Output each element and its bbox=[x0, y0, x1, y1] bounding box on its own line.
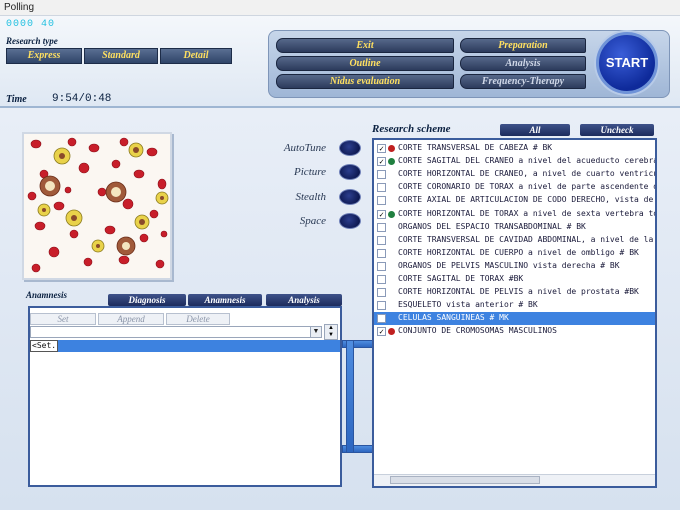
delete-button[interactable]: Delete bbox=[166, 313, 230, 325]
status-dot-icon bbox=[388, 328, 395, 336]
checkbox[interactable]: ✓ bbox=[377, 144, 386, 153]
checkbox[interactable]: ✓ bbox=[377, 157, 386, 167]
anamnesis-section-label: Anamnesis bbox=[26, 290, 68, 300]
list-item[interactable]: CORTE HORIZONTAL DE CRANEO, a nivel de c… bbox=[374, 168, 655, 181]
checkbox[interactable] bbox=[377, 261, 386, 271]
tab-diagnosis[interactable]: Diagnosis bbox=[108, 294, 186, 306]
set-button[interactable]: Set bbox=[30, 313, 96, 325]
chevron-down-icon[interactable]: ▼ bbox=[310, 327, 321, 337]
list-item-label: CORTE TRANSVERSAL DE CABEZA # BK bbox=[398, 143, 553, 152]
status-dot-icon bbox=[388, 145, 395, 152]
list-item[interactable]: ✓ CONJUNTO DE CROMOSOMAS MASCULINOS bbox=[374, 325, 655, 338]
list-item-label: CORTE HORIZONTAL DE PELVIS a nivel de pr… bbox=[398, 287, 639, 297]
list-item[interactable]: ORGANOS DE PELVIS MASCULINO vista derech… bbox=[374, 260, 655, 273]
checkbox[interactable] bbox=[377, 235, 386, 245]
autotune-toggle[interactable] bbox=[339, 140, 361, 156]
exit-button[interactable]: Exit bbox=[276, 38, 454, 53]
list-item[interactable]: CORTE CORONARIO DE TORAX a nivel de part… bbox=[374, 181, 655, 194]
checkbox[interactable] bbox=[377, 196, 386, 206]
stealth-label: Stealth bbox=[295, 191, 326, 203]
window-title: Polling bbox=[4, 2, 35, 13]
anamnesis-combo[interactable] bbox=[30, 326, 322, 338]
analysis-button[interactable]: Analysis bbox=[460, 56, 586, 71]
list-item-label: ESQUELETO vista anterior # BK bbox=[398, 300, 538, 310]
list-item[interactable]: ✓ CORTE TRANSVERSAL DE CABEZA # BK bbox=[374, 142, 655, 155]
spin-arrows-icon[interactable]: ▲ ▼ bbox=[324, 324, 338, 340]
research-scheme-label: Research scheme bbox=[372, 123, 451, 135]
frequency-therapy-button[interactable]: Frequency-Therapy bbox=[460, 74, 586, 89]
time-label: Time bbox=[6, 94, 27, 105]
picture-label: Picture bbox=[294, 166, 326, 178]
stealth-toggle[interactable] bbox=[339, 189, 361, 205]
list-item-label: CORTE AXIAL DE ARTICULACION DE CODO DERE… bbox=[398, 195, 655, 205]
checkbox[interactable] bbox=[377, 288, 386, 298]
checkbox[interactable]: ✓ bbox=[377, 209, 386, 219]
list-item-label: CELULAS SANGUINEAS # MK bbox=[398, 313, 509, 323]
blood-cells-image bbox=[22, 132, 172, 280]
tab-anamnesis[interactable]: Anamnesis bbox=[188, 294, 262, 306]
list-item[interactable]: CORTE HORIZONTAL DE CUERPO a nivel de om… bbox=[374, 247, 655, 260]
start-button[interactable]: START bbox=[596, 32, 658, 94]
session-counter: 0000 40 bbox=[6, 19, 56, 30]
list-item-label: ORGANOS DEL ESPACIO TRANSABDOMINAL # BK bbox=[398, 221, 586, 231]
list-item-label: CORTE HORIZONTAL DE CUERPO a nivel de om… bbox=[398, 247, 639, 257]
tab-all[interactable]: All bbox=[500, 124, 570, 136]
list-item-label: ORGANOS DE PELVIS MASCULINO vista derech… bbox=[398, 260, 620, 270]
list-item[interactable]: CORTE AXIAL DE ARTICULACION DE CODO DERE… bbox=[374, 194, 655, 207]
list-item[interactable]: ORGANOS DEL ESPACIO TRANSABDOMINAL # BK bbox=[374, 221, 655, 234]
checkbox[interactable] bbox=[377, 301, 386, 311]
connector-bar bbox=[346, 340, 354, 453]
list-item-label: CONJUNTO DE CROMOSOMAS MASCULINOS bbox=[398, 326, 557, 336]
detail-button[interactable]: Detail bbox=[160, 48, 232, 64]
list-item[interactable]: ✓ CORTE SAGITAL DEL CRANEO a nivel del ac… bbox=[374, 155, 655, 168]
space-label: Space bbox=[299, 215, 326, 227]
list-item[interactable]: CORTE TRANSVERSAL DE CAVIDAD ABDOMINAL, … bbox=[374, 234, 655, 247]
checkbox[interactable] bbox=[377, 170, 386, 180]
checkbox[interactable] bbox=[377, 314, 386, 324]
list-item-label: CORTE HORIZONTAL DE CRANEO, a nivel de c… bbox=[398, 169, 655, 179]
anamnesis-line-label: <Set. bbox=[30, 340, 58, 352]
outline-button[interactable]: Outline bbox=[276, 56, 454, 71]
list-item[interactable]: ESQUELETO vista anterior # BK bbox=[374, 299, 655, 312]
space-toggle[interactable] bbox=[339, 213, 361, 229]
list-item[interactable]: CELULAS SANGUINEAS # MK bbox=[374, 312, 655, 326]
research-scheme-list[interactable]: ✓ CORTE TRANSVERSAL DE CABEZA # BK ✓ CORTE … bbox=[372, 138, 657, 488]
append-button[interactable]: Append bbox=[98, 313, 164, 325]
autotune-label: AutoTune bbox=[283, 142, 326, 154]
checkbox[interactable] bbox=[377, 183, 386, 193]
list-item-label: CORTE HORIZONTAL DE TORAX a nivel de sex… bbox=[398, 208, 655, 218]
status-dot-icon bbox=[388, 158, 395, 166]
list-item-label: CORTE SAGITAL DEL CRANEO a nivel del acu… bbox=[398, 156, 655, 166]
list-item-label: CORTE SAGITAL DE TORAX #BK bbox=[398, 274, 524, 283]
picture-toggle[interactable] bbox=[339, 164, 361, 180]
status-dot-icon bbox=[388, 210, 395, 218]
nidus-evaluation-button[interactable]: Nidus evaluation bbox=[276, 74, 454, 89]
time-value: 9:54/0:48 bbox=[52, 93, 112, 105]
standard-button[interactable]: Standard bbox=[84, 48, 158, 64]
anamnesis-selected-line[interactable] bbox=[30, 340, 340, 352]
checkbox[interactable] bbox=[377, 275, 386, 284]
checkbox[interactable] bbox=[377, 248, 386, 258]
blood-cells-picture bbox=[24, 134, 170, 278]
tab-analysis[interactable]: Analysis bbox=[266, 294, 342, 306]
preparation-button[interactable]: Preparation bbox=[460, 38, 586, 53]
list-item-label: CORTE TRANSVERSAL DE CAVIDAD ABDOMINAL, … bbox=[398, 234, 655, 244]
checkbox[interactable]: ✓ bbox=[377, 327, 386, 337]
window-title-bar: Polling bbox=[0, 0, 680, 16]
tab-uncheck[interactable]: Uncheck bbox=[580, 124, 654, 136]
checkbox[interactable] bbox=[377, 222, 386, 232]
research-type-label: Research type bbox=[6, 36, 58, 46]
list-item[interactable]: CORTE SAGITAL DE TORAX #BK bbox=[374, 273, 655, 286]
express-button[interactable]: Express bbox=[6, 48, 82, 64]
scrollbar-thumb[interactable] bbox=[390, 476, 540, 484]
list-item[interactable]: CORTE HORIZONTAL DE PELVIS a nivel de pr… bbox=[374, 286, 655, 299]
list-item-label: CORTE CORONARIO DE TORAX a nivel de part… bbox=[398, 182, 655, 192]
list-item[interactable]: ✓ CORTE HORIZONTAL DE TORAX a nivel de se… bbox=[374, 208, 655, 221]
